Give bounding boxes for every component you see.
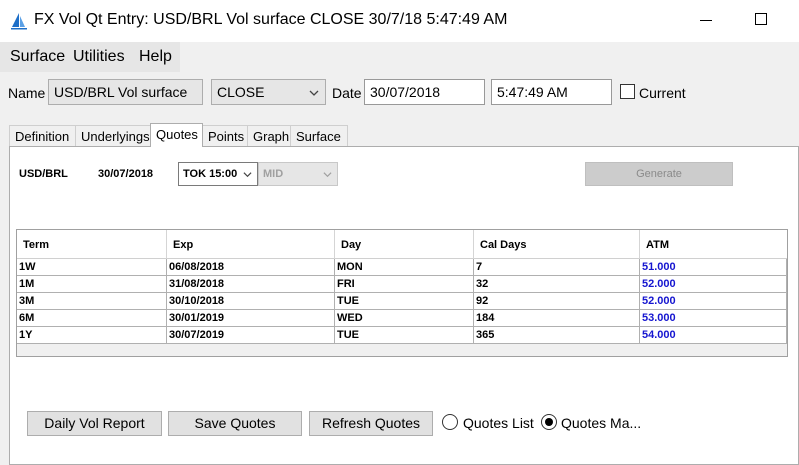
name-label: Name — [8, 85, 46, 101]
menu-help[interactable]: Help — [139, 48, 172, 66]
cal-days-cell: 7 — [474, 259, 640, 276]
term-cell: 1M — [17, 276, 167, 293]
cal-days-cell: 365 — [474, 327, 640, 344]
surface-type-select[interactable]: CLOSE — [211, 79, 326, 105]
chevron-down-icon — [323, 172, 332, 178]
atm-cell[interactable]: 52.000 — [640, 276, 787, 293]
date-label: Date — [332, 85, 362, 101]
chevron-down-icon — [309, 90, 319, 96]
term-cell: 6M — [17, 310, 167, 327]
cal-days-cell: 92 — [474, 293, 640, 310]
atm-cell[interactable]: 54.000 — [640, 327, 787, 344]
column-header-term[interactable]: Term — [17, 230, 167, 259]
table-row[interactable]: 1W 06/08/2018 MON 7 51.000 — [17, 259, 787, 276]
exp-cell: 06/08/2018 — [167, 259, 335, 276]
term-cell: 1W — [17, 259, 167, 276]
tab-quotes[interactable]: Quotes — [150, 123, 203, 147]
atm-cell[interactable]: 51.000 — [640, 259, 787, 276]
column-header-day[interactable]: Day — [335, 230, 474, 259]
term-cell: 3M — [17, 293, 167, 310]
tab-graph[interactable]: Graph — [247, 125, 291, 146]
day-cell: TUE — [335, 293, 474, 310]
atm-cell[interactable]: 53.000 — [640, 310, 787, 327]
day-cell: TUE — [335, 327, 474, 344]
day-cell: WED — [335, 310, 474, 327]
exp-cell: 30/10/2018 — [167, 293, 335, 310]
quotes-date: 30/07/2018 — [98, 168, 154, 180]
tab-surface[interactable]: Surface — [290, 125, 348, 146]
quotes-matrix-label: Quotes Ma... — [561, 415, 642, 431]
snap-time-select[interactable]: TOK 15:00 — [178, 162, 258, 186]
surface-type-value: CLOSE — [217, 84, 265, 100]
daily-vol-report-button[interactable]: Daily Vol Report — [27, 411, 162, 436]
app-sail-icon — [11, 13, 27, 30]
column-header-cal-days[interactable]: Cal Days — [474, 230, 640, 259]
menu-surface[interactable]: Surface — [10, 48, 65, 66]
chevron-down-icon — [243, 172, 252, 178]
refresh-quotes-button[interactable]: Refresh Quotes — [309, 411, 433, 436]
quote-side-select[interactable]: MID — [258, 162, 338, 186]
window-title: FX Vol Qt Entry: USD/BRL Vol surface CLO… — [34, 11, 508, 28]
atm-cell[interactable]: 52.000 — [640, 293, 787, 310]
maximize-icon[interactable] — [755, 13, 767, 25]
save-quotes-button[interactable]: Save Quotes — [168, 411, 302, 436]
menu-utilities[interactable]: Utilities — [73, 48, 125, 66]
snap-time-value: TOK 15:00 — [183, 168, 238, 180]
table-row[interactable]: 1Y 30/07/2019 TUE 365 54.000 — [17, 327, 787, 344]
day-cell: FRI — [335, 276, 474, 293]
minimize-icon[interactable] — [700, 20, 712, 21]
cal-days-cell: 184 — [474, 310, 640, 327]
quote-side-value: MID — [263, 168, 284, 180]
column-header-atm[interactable]: ATM — [640, 230, 787, 259]
tab-underlyings[interactable]: Underlyings — [75, 125, 151, 146]
term-cell: 1Y — [17, 327, 167, 344]
exp-cell: 30/01/2019 — [167, 310, 335, 327]
day-cell: MON — [335, 259, 474, 276]
currency-pair: USD/BRL — [19, 168, 68, 180]
cal-days-cell: 32 — [474, 276, 640, 293]
current-checkbox[interactable] — [620, 84, 635, 99]
tab-points[interactable]: Points — [202, 125, 248, 146]
table-row[interactable]: 3M 30/10/2018 TUE 92 52.000 — [17, 293, 787, 310]
generate-button[interactable]: Generate — [585, 162, 733, 186]
date-field[interactable]: 30/07/2018 — [364, 79, 485, 105]
quotes-matrix-radio[interactable] — [541, 414, 557, 430]
table-header: Term Exp Day Cal Days ATM — [17, 230, 787, 259]
exp-cell: 30/07/2019 — [167, 327, 335, 344]
table-row[interactable]: 6M 30/01/2019 WED 184 53.000 — [17, 310, 787, 327]
exp-cell: 31/08/2018 — [167, 276, 335, 293]
quotes-table: Term Exp Day Cal Days ATM 1W 06/08/2018 … — [16, 229, 788, 357]
tab-definition[interactable]: Definition — [9, 125, 76, 146]
name-field[interactable]: USD/BRL Vol surface — [48, 79, 203, 105]
column-header-exp[interactable]: Exp — [167, 230, 335, 259]
table-row[interactable]: 1M 31/08/2018 FRI 32 52.000 — [17, 276, 787, 293]
quotes-list-radio[interactable] — [442, 414, 458, 430]
menu-bar: Surface Utilities Help — [0, 42, 180, 72]
current-label: Current — [639, 85, 686, 101]
time-field[interactable]: 5:47:49 AM — [491, 79, 612, 105]
quotes-list-label: Quotes List — [463, 415, 534, 431]
title-bar: FX Vol Qt Entry: USD/BRL Vol surface CLO… — [0, 0, 799, 42]
